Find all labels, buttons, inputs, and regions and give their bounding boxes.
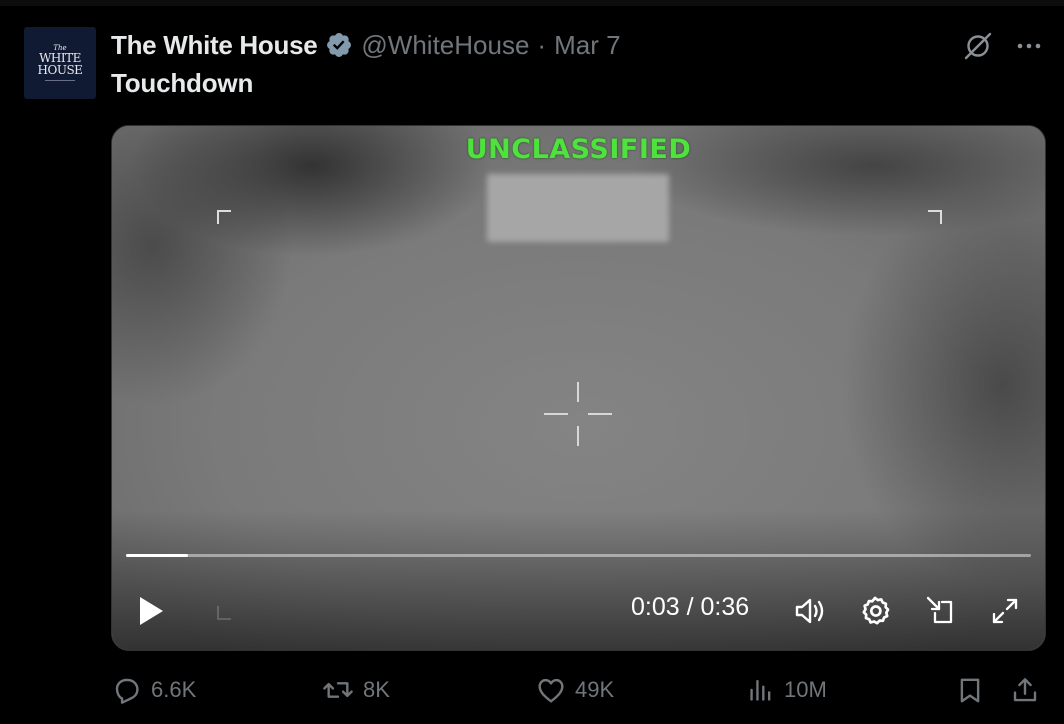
bookmark-button[interactable] (955, 672, 993, 708)
duration: 0:36 (700, 593, 750, 621)
bookmark-icon (960, 678, 980, 703)
grok-icon[interactable] (962, 30, 994, 62)
retweet-button[interactable]: 8K (321, 672, 390, 708)
classification-label: UNCLASSIFIED (465, 134, 692, 165)
reticle-corner-top-left (217, 210, 231, 224)
current-time: 0:03 (631, 593, 680, 621)
share-icon (1013, 678, 1037, 702)
settings-button[interactable] (857, 593, 893, 629)
retweet-icon (323, 682, 353, 698)
tweet-actions: 6.6K 8K 49K 10M (111, 672, 1044, 708)
volume-button[interactable] (792, 593, 828, 629)
volume-icon (795, 598, 824, 624)
reply-count: 6.6K (151, 677, 197, 702)
avatar[interactable]: The WHITE HOUSE (24, 27, 96, 99)
retweet-count: 8K (363, 677, 390, 702)
progress-fill (126, 554, 189, 557)
verified-badge-icon[interactable] (325, 31, 353, 59)
crosshair-icon (544, 382, 612, 446)
play-button[interactable] (134, 594, 168, 628)
post-date[interactable]: Mar 7 (554, 30, 620, 61)
share-button[interactable] (1010, 672, 1048, 708)
video-player[interactable]: UNCLASSIFIED 0:03 / 0:36 (111, 125, 1046, 651)
progress-bar[interactable] (126, 554, 1031, 557)
like-icon (538, 678, 564, 703)
play-icon (140, 597, 163, 625)
avatar-text-line3: HOUSE (37, 63, 83, 77)
tweet-top-actions (962, 30, 1044, 62)
controls-overlay (112, 510, 1045, 650)
avatar-divider (45, 80, 75, 81)
more-icon[interactable] (1014, 31, 1044, 61)
like-button[interactable]: 49K (535, 672, 614, 708)
tweet-text: Touchdown (111, 68, 254, 98)
reply-button[interactable]: 6.6K (111, 672, 196, 708)
time-display: 0:03 / 0:36 (631, 593, 749, 622)
video-bright-area (487, 174, 669, 242)
picture-in-picture-button[interactable] (922, 593, 958, 629)
views-button[interactable]: 10M (746, 672, 827, 708)
time-separator: / (679, 593, 701, 621)
tweet-header: The White House @WhiteHouse · Mar 7 (111, 28, 621, 62)
settings-icon (862, 596, 890, 625)
reticle-corner-top-right (928, 210, 942, 224)
pip-icon (926, 596, 953, 624)
like-count: 49K (575, 677, 615, 702)
views-icon (750, 680, 771, 701)
view-count: 10M (784, 677, 827, 702)
reply-icon (115, 678, 139, 704)
tweet: The WHITE HOUSE The White House @WhiteHo… (0, 0, 1064, 724)
meta-separator: · (537, 29, 547, 60)
handle[interactable]: @WhiteHouse (361, 30, 529, 61)
fullscreen-button[interactable] (987, 593, 1023, 629)
fullscreen-icon (992, 598, 1018, 624)
display-name[interactable]: The White House (111, 30, 318, 61)
